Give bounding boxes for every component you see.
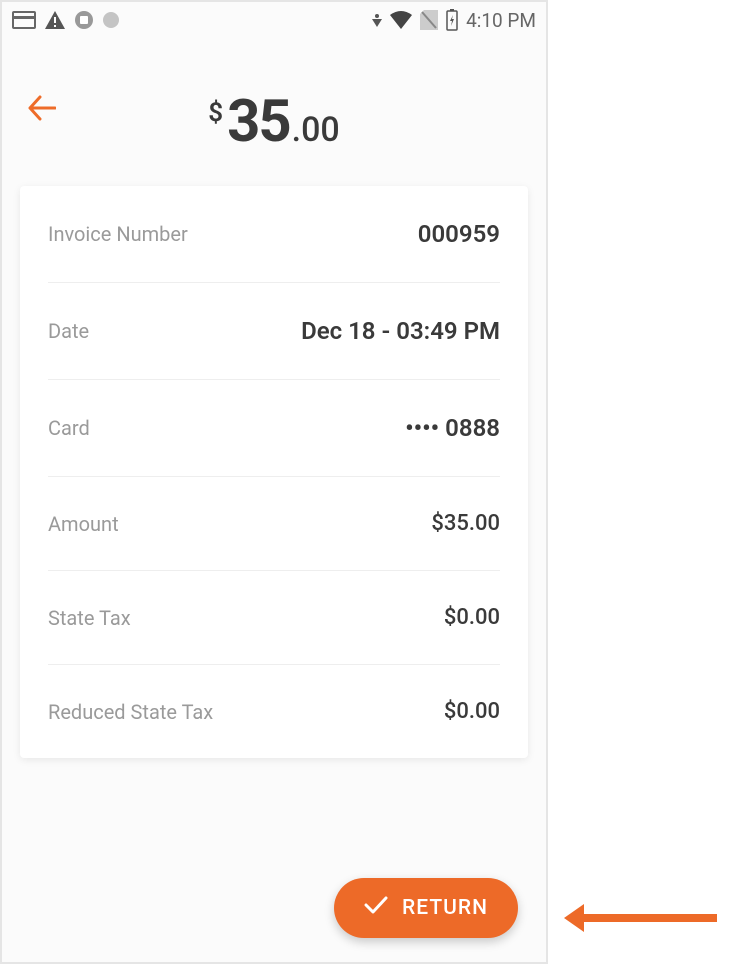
amount-whole: 35 [227,88,290,156]
value-amount: $35.00 [431,511,500,536]
check-icon [364,896,388,920]
label-card: Card [48,416,90,440]
row-reduced-state-tax: Reduced State Tax $0.00 [48,665,500,758]
label-reduced-state-tax: Reduced State Tax [48,700,213,724]
value-date: Dec 18 - 03:49 PM [301,317,500,345]
row-amount: Amount $35.00 [48,477,500,571]
return-button[interactable]: RETURN [334,878,518,938]
signal-dot-icon [372,13,382,27]
circle-icon [102,11,120,29]
clock-text: 4:10 PM [466,9,536,32]
row-date: Date Dec 18 - 03:49 PM [48,283,500,380]
row-invoice-number: Invoice Number 000959 [48,186,500,283]
no-sim-icon [420,10,438,30]
screen-header: $ 35 .00 [2,38,546,186]
card-icon [12,11,36,29]
label-amount: Amount [48,512,119,536]
battery-charging-icon [446,9,458,31]
label-date: Date [48,319,89,343]
value-reduced-state-tax: $0.00 [444,699,500,724]
value-invoice-number: 000959 [418,220,500,248]
label-state-tax: State Tax [48,606,131,630]
warning-icon [44,10,66,30]
status-right-icons: 4:10 PM [372,9,536,32]
status-left-icons [12,10,120,30]
amount-cents: .00 [292,110,340,150]
return-button-label: RETURN [402,896,488,920]
back-button[interactable] [28,94,56,129]
status-bar: 4:10 PM [2,2,546,38]
value-state-tax: $0.00 [444,605,500,630]
wifi-icon [390,11,412,29]
row-state-tax: State Tax $0.00 [48,571,500,665]
header-amount: $ 35 .00 [208,88,340,156]
details-card: Invoice Number 000959 Date Dec 18 - 03:4… [20,186,528,758]
annotation-arrow-icon [562,898,722,938]
print-icon [74,10,94,30]
currency-symbol: $ [208,98,223,128]
value-card: •••• 0888 [405,414,500,442]
row-card: Card •••• 0888 [48,380,500,477]
label-invoice-number: Invoice Number [48,222,188,246]
phone-screen: 4:10 PM $ 35 .00 Invoice Number 000959 D… [0,0,548,964]
